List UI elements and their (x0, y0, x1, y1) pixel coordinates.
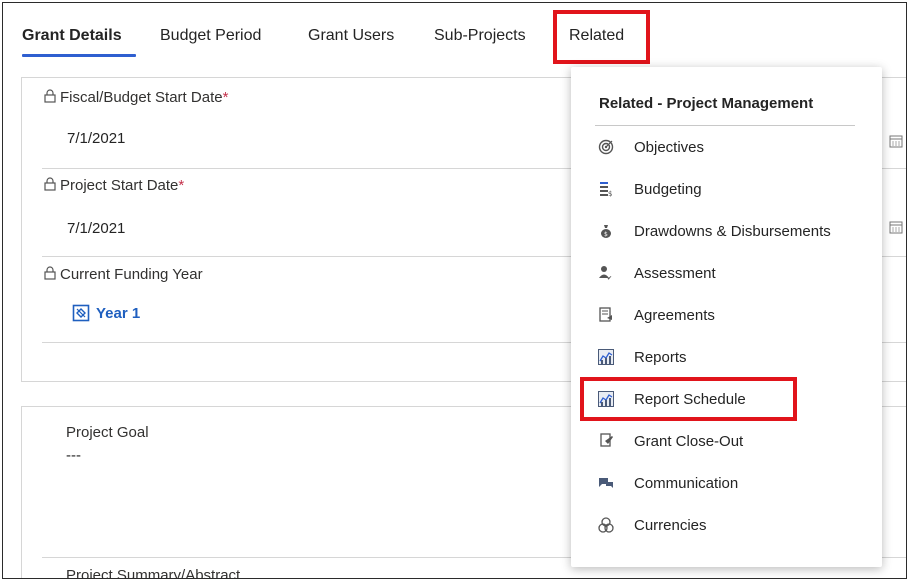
related-dropdown-menu: Related - Project Management Objectives … (571, 67, 882, 567)
required-marker: * (178, 177, 185, 194)
menu-item-communication[interactable]: Communication (571, 463, 882, 503)
project-start-label: Project Start Date* (44, 177, 184, 194)
menu-item-label: Agreements (634, 306, 715, 324)
target-icon (597, 138, 615, 156)
project-start-value[interactable]: 7/1/2021 (67, 220, 125, 237)
assessment-icon: ✔ (597, 264, 615, 282)
budget-icon: $ (597, 180, 615, 198)
menu-separator (595, 125, 855, 126)
svg-text:✔: ✔ (607, 275, 612, 281)
close-out-icon (597, 432, 615, 450)
lock-icon (44, 177, 56, 191)
funding-year-link[interactable]: Year 1 (72, 304, 140, 322)
tab-sub-projects[interactable]: Sub-Projects (434, 27, 526, 45)
project-summary-label: Project Summary/Abstract (66, 567, 241, 579)
fiscal-start-value[interactable]: 7/1/2021 (67, 130, 125, 147)
menu-item-label: Communication (634, 474, 739, 492)
active-tab-indicator (22, 54, 136, 57)
menu-item-label: Grant Close-Out (634, 432, 744, 450)
menu-item-budgeting[interactable]: $ Budgeting (571, 169, 882, 209)
tab-grant-details[interactable]: Grant Details (22, 27, 122, 45)
menu-item-currencies[interactable]: Currencies (571, 505, 882, 545)
menu-item-label: Objectives (634, 138, 705, 156)
project-goal-label: Project Goal (66, 424, 149, 441)
tab-grant-users[interactable]: Grant Users (308, 27, 394, 45)
menu-item-objectives[interactable]: Objectives (571, 127, 882, 167)
fiscal-start-label: Fiscal/Budget Start Date* (44, 89, 228, 106)
record-icon (72, 304, 90, 322)
funding-year-value: Year 1 (96, 304, 141, 322)
project-start-label-text: Project Start Date (60, 177, 179, 194)
lock-icon (44, 89, 56, 103)
money-bag-icon: $ (597, 222, 615, 240)
svg-text:$: $ (608, 190, 612, 197)
menu-item-label: Currencies (634, 516, 707, 534)
menu-item-grant-close-out[interactable]: Grant Close-Out (571, 421, 882, 461)
menu-item-label: Budgeting (634, 180, 702, 198)
calendar-icon[interactable] (889, 220, 903, 234)
currency-icon (597, 516, 615, 534)
agreement-icon (597, 306, 615, 324)
report-schedule-highlight (580, 377, 797, 421)
project-goal-value[interactable]: --- (66, 447, 81, 464)
tab-bar: Grant Details Budget Period Grant Users … (3, 3, 906, 61)
menu-item-assessment[interactable]: ✔ Assessment (571, 253, 882, 293)
report-chart-icon (597, 348, 615, 366)
menu-item-label: Assessment (634, 264, 716, 282)
funding-year-label-text: Current Funding Year (60, 266, 203, 283)
grant-form: Grant Details Budget Period Grant Users … (2, 2, 907, 579)
calendar-icon[interactable] (889, 134, 903, 148)
tab-budget-period[interactable]: Budget Period (160, 27, 261, 45)
related-tab-highlight (553, 10, 650, 64)
menu-item-label: Reports (634, 348, 687, 366)
fiscal-start-label-text: Fiscal/Budget Start Date (60, 89, 223, 106)
menu-item-reports[interactable]: Reports (571, 337, 882, 377)
menu-item-drawdowns[interactable]: $ Drawdowns & Disbursements (571, 211, 882, 251)
chat-icon (597, 474, 615, 492)
funding-year-label: Current Funding Year (44, 266, 203, 283)
svg-text:$: $ (604, 231, 608, 238)
menu-header: Related - Project Management (599, 95, 814, 112)
required-marker: * (222, 89, 229, 106)
menu-item-label: Drawdowns & Disbursements (634, 222, 831, 240)
menu-item-agreements[interactable]: Agreements (571, 295, 882, 335)
lock-icon (44, 266, 56, 280)
